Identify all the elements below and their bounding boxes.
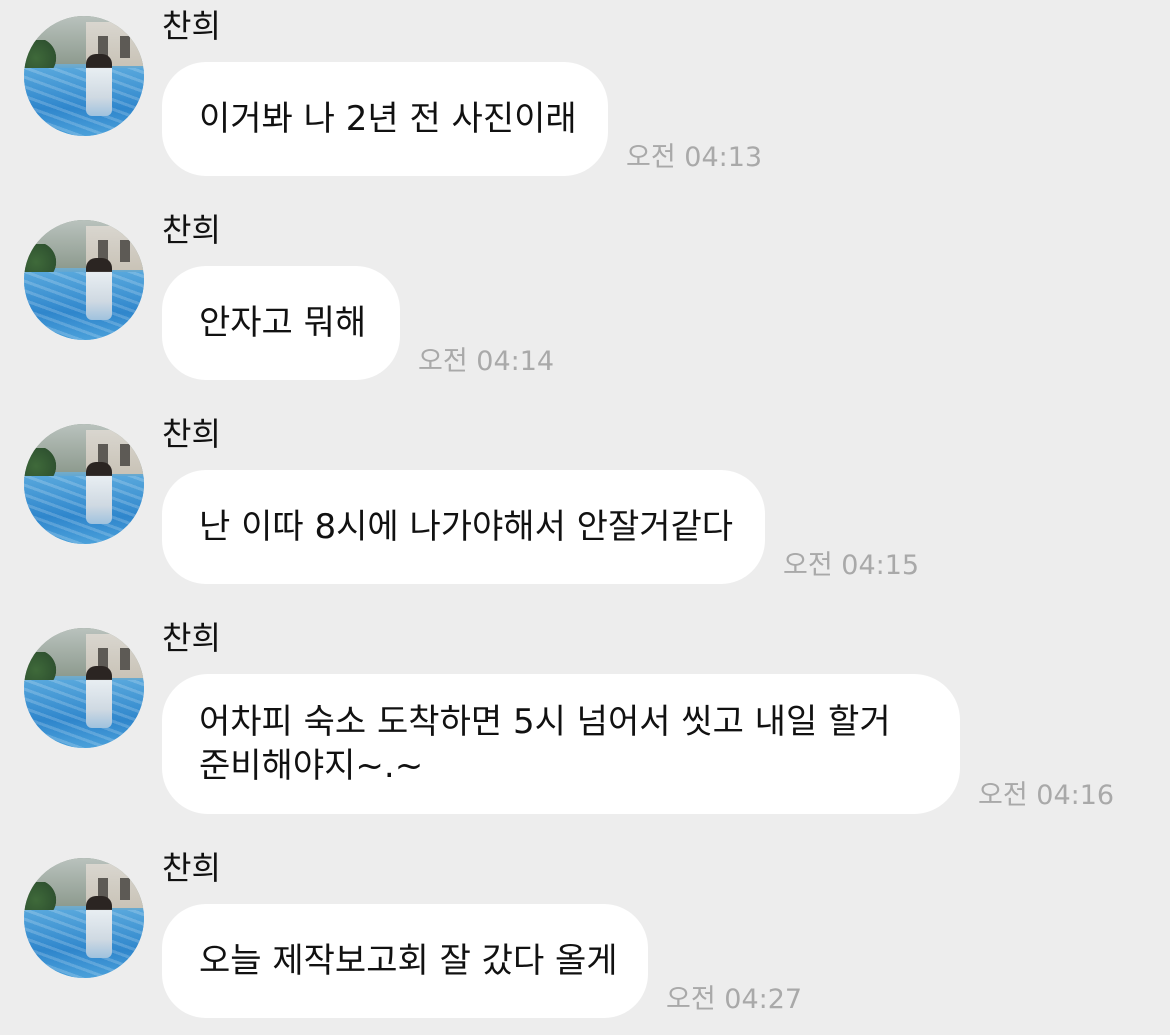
sender-avatar[interactable]	[24, 220, 144, 340]
message-bubble[interactable]: 이거봐 나 2년 전 사진이래	[162, 62, 608, 176]
message-time: 오전 04:15	[783, 550, 920, 581]
sender-avatar[interactable]	[24, 858, 144, 978]
message-time: 오전 04:14	[418, 346, 555, 377]
message-time: 오전 04:13	[626, 142, 763, 173]
message-bubble[interactable]: 오늘 제작보고회 잘 갔다 올게	[162, 904, 648, 1018]
sender-name: 찬희	[162, 7, 221, 45]
sender-avatar[interactable]	[24, 16, 144, 136]
sender-avatar[interactable]	[24, 628, 144, 748]
sender-avatar[interactable]	[24, 424, 144, 544]
sender-name: 찬희	[162, 211, 221, 249]
sender-name: 찬희	[162, 619, 221, 657]
message-bubble[interactable]: 어차피 숙소 도착하면 5시 넘어서 씻고 내일 할거 준비해야지~.~	[162, 674, 960, 814]
message-bubble[interactable]: 안자고 뭐해	[162, 266, 400, 380]
sender-name: 찬희	[162, 415, 221, 453]
message-time: 오전 04:16	[978, 780, 1115, 811]
message-bubble[interactable]: 난 이따 8시에 나가야해서 안잘거같다	[162, 470, 765, 584]
sender-name: 찬희	[162, 849, 221, 887]
message-time: 오전 04:27	[666, 984, 803, 1015]
